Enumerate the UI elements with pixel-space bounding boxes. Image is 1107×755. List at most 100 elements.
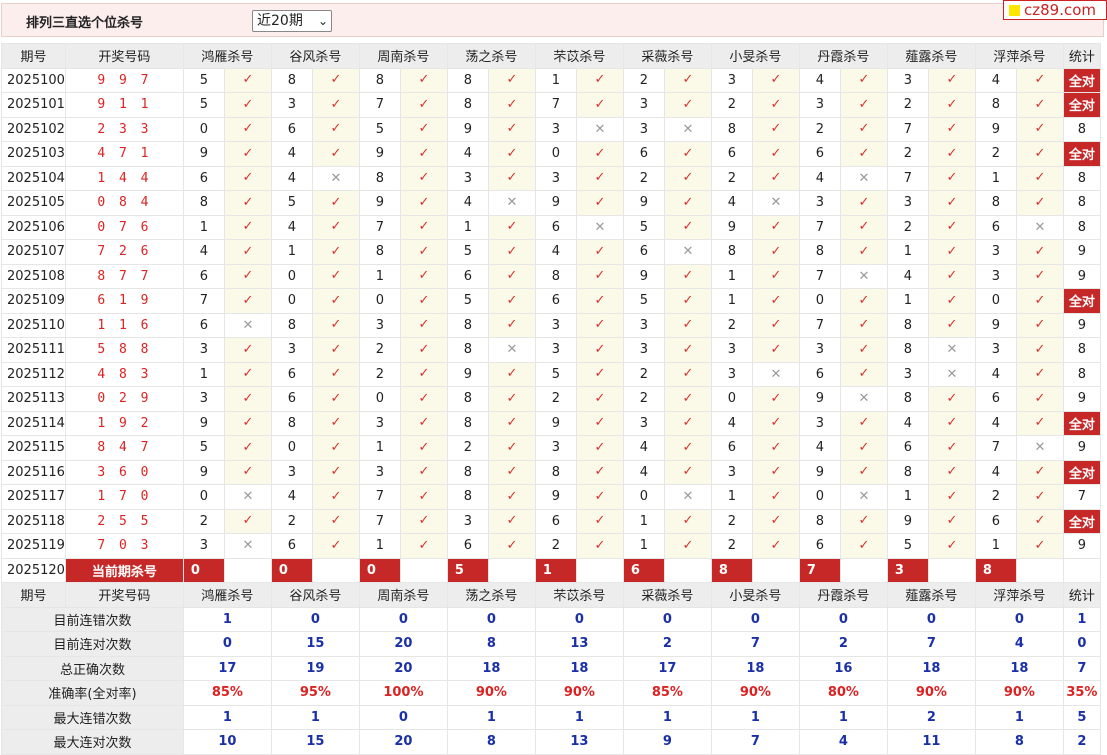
stat-cell: 8 [1062,361,1101,387]
table-row: 2025103 4 7 1 9 ✓ 4 ✓ 9 ✓ 4 ✓ 0 ✓ 6 ✓ 6 ✓ 6 ✓ 2 ✓ 2 ✓ 全对 [1,141,1101,167]
current-kill-spacer [839,557,888,583]
check-icon: ✓ [751,239,800,265]
check-icon: ✓ [751,141,800,167]
stat-cell: 8 [1062,190,1101,216]
stat-cell: 9 [1062,312,1101,338]
kill-number-cell: 3 [798,92,841,118]
check-icon: ✓ [399,190,448,216]
period-range-select[interactable]: 近20期 ⌄ [252,10,332,32]
kill-number-cell: 6 [534,288,577,314]
check-icon: ✓ [311,190,360,216]
table-header: 期号 开奖号码 鸿雁杀号 谷风杀号 周南杀号 荡之杀号 芣苡杀号 采薇杀号 小旻杀号 丹霞杀号 薤露… [1,43,1101,69]
kill-number-cell: 8 [798,508,841,534]
check-icon: ✓ [663,410,712,436]
col-header-expert: 小旻杀号 [710,43,800,69]
kill-number-cell: 8 [358,67,401,93]
kill-number-cell: 3 [182,337,225,363]
kill-number-cell: 2 [622,67,665,93]
summary-value: 90% [446,680,536,706]
summary-row: 总正确次数 17 19 20 18 18 17 18 16 18 18 7 [1,655,1101,681]
cross-icon: ✕ [487,337,536,363]
kill-number-cell: 0 [270,288,313,314]
check-icon: ✓ [663,141,712,167]
current-kill-spacer [751,557,800,583]
kill-number-cell: 6 [270,386,313,412]
summary-value: 18 [886,655,976,681]
check-icon: ✓ [223,67,272,93]
kill-number-cell: 1 [358,263,401,289]
kill-number-cell: 9 [622,263,665,289]
cross-icon: ✕ [663,116,712,142]
kill-number-cell: 5 [534,361,577,387]
summary-value: 0 [358,704,448,730]
kill-number-cell: 1 [974,533,1017,559]
kill-number-cell: 9 [358,190,401,216]
col-header-stat: 统计 [1062,43,1101,69]
kill-number-cell: 2 [886,141,929,167]
check-icon: ✓ [751,459,800,485]
draw-number-cell: 1 9 2 [64,410,184,436]
kill-number-cell: 8 [710,116,753,142]
kill-number-cell: 2 [358,337,401,363]
summary-value: 100% [358,680,448,706]
table-row: 2025100 9 9 7 5 ✓ 8 ✓ 8 ✓ 8 ✓ 1 ✓ 2 ✓ 3 ✓ 4 ✓ 3 ✓ 4 ✓ 全对 [1,67,1101,93]
col-header-expert: 芣苡杀号 [534,43,624,69]
summary-value: 35% [1062,680,1101,706]
kill-number-cell: 8 [886,386,929,412]
kill-number-cell: 2 [446,435,489,461]
check-icon: ✓ [311,214,360,240]
check-icon: ✓ [1015,361,1064,387]
kill-number-cell: 5 [358,116,401,142]
stat-cell: 9 [1062,386,1101,412]
check-icon: ✓ [575,508,624,534]
summary-value: 0 [622,606,712,632]
check-icon: ✓ [223,92,272,118]
check-icon: ✓ [575,459,624,485]
site-logo[interactable]: cz89.com [1003,0,1107,20]
kill-number-cell: 2 [710,92,753,118]
period-cell: 2025118 [1,508,66,534]
check-icon: ✓ [575,361,624,387]
check-icon: ✓ [663,190,712,216]
kill-number-cell: 4 [270,484,313,510]
draw-number-cell: 6 1 9 [64,288,184,314]
cross-icon: ✕ [751,190,800,216]
check-icon: ✓ [1015,141,1064,167]
check-icon: ✓ [663,288,712,314]
kill-number-cell: 4 [798,165,841,191]
current-kill-spacer [487,557,536,583]
period-cell: 2025108 [1,263,66,289]
check-icon: ✓ [663,508,712,534]
col-header-expert: 小旻杀号 [710,582,800,608]
check-icon: ✓ [663,337,712,363]
summary-row: 准确率(全对率) 85% 95% 100% 90% 90% 85% 90% 80% 90% 90% 3… [1,680,1101,706]
stat-cell: 8 [1062,337,1101,363]
check-icon: ✓ [311,533,360,559]
check-icon: ✓ [311,92,360,118]
logo-text: cz89.com [1024,1,1097,19]
kill-number-cell: 9 [534,484,577,510]
kill-number-cell: 8 [534,459,577,485]
kill-number-cell: 9 [182,459,225,485]
current-kill-spacer [575,557,624,583]
check-icon: ✓ [1015,239,1064,265]
check-icon: ✓ [1015,190,1064,216]
kill-number-cell: 1 [182,361,225,387]
kill-number-cell: 4 [622,435,665,461]
kill-number-cell: 6 [974,508,1017,534]
table-row: 2025113 0 2 9 3 ✓ 6 ✓ 0 ✓ 8 ✓ 2 ✓ 2 ✓ 0 ✓ 9 ✕ 8 ✓ 6 ✓ 9 [1,386,1101,412]
check-icon: ✓ [575,386,624,412]
check-icon: ✓ [751,386,800,412]
check-icon: ✓ [927,116,976,142]
check-icon: ✓ [223,410,272,436]
check-icon: ✓ [839,67,888,93]
cross-icon: ✕ [839,386,888,412]
summary-value: 0 [798,606,888,632]
kill-number-cell: 4 [710,410,753,436]
check-icon: ✓ [663,165,712,191]
check-icon: ✓ [751,410,800,436]
check-icon: ✓ [487,312,536,338]
check-icon: ✓ [399,239,448,265]
kill-number-cell: 3 [622,312,665,338]
check-icon: ✓ [223,508,272,534]
